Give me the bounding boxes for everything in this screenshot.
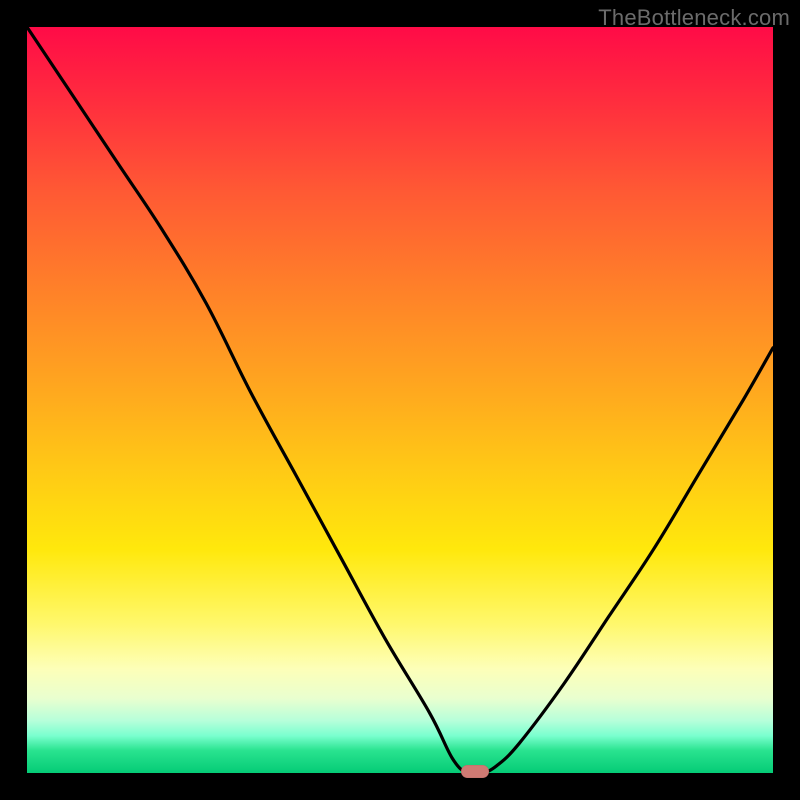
watermark-text: TheBottleneck.com xyxy=(598,5,790,31)
bottleneck-curve xyxy=(27,27,773,773)
chart-frame: TheBottleneck.com xyxy=(0,0,800,800)
optimal-marker xyxy=(461,765,489,778)
curve-path xyxy=(27,27,773,775)
